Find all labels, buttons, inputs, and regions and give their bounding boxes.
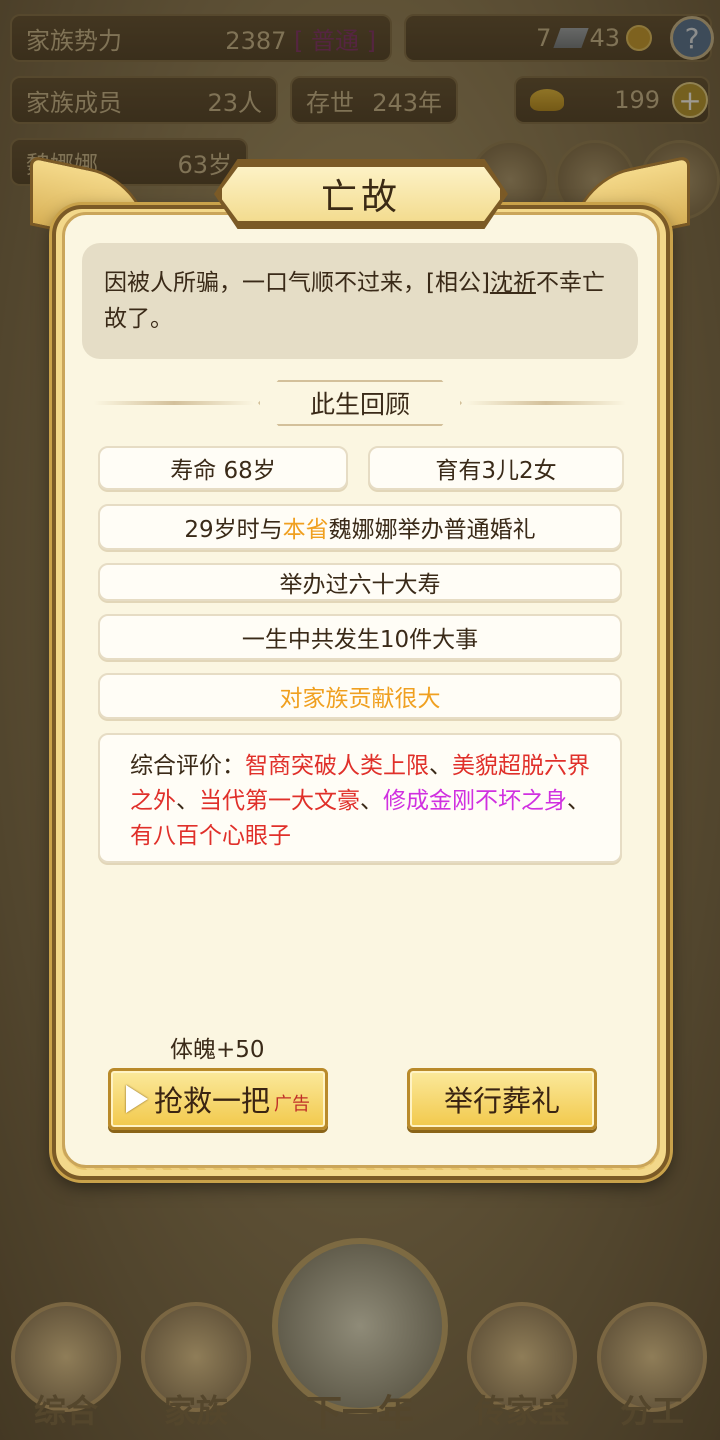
eval-trait-3: 当代第一大文豪 [199,788,360,814]
marriage-text-1: 29岁时与 [184,517,283,543]
life-review-header: 此生回顾 [94,380,626,426]
marriage-highlight: 本省 [282,517,329,543]
death-message: 因被人所骗，一口气顺不过来，[相公]沈祈不幸亡故了。 [82,243,638,359]
ad-tag: 广告 [274,1094,310,1115]
lifespan-card: 寿命 68岁 [98,446,348,490]
nav-family-label: 家族 [163,1392,228,1430]
nav-overview-label: 综合 [33,1392,98,1430]
eval-trait-5: 有八百个心眼子 [130,823,291,849]
eval-trait-1: 智商突破人类上限 [245,753,429,779]
nav-division[interactable]: 分工 [592,1302,712,1432]
marriage-card: 29岁时与 本省 魏娜娜举办普通婚礼 [98,504,622,550]
nav-heirloom[interactable]: 传家宝 [462,1302,582,1432]
rescue-label: 抢救一把 [153,1084,270,1118]
nav-next-year-label: 下一年 [305,1392,414,1434]
dialog-title-plate: 亡故 [218,163,504,225]
dialog-title: 亡故 [320,177,401,218]
eval-sep-3: 、 [360,788,383,814]
nav-heirloom-label: 传家宝 [473,1392,570,1430]
spouse-name-link[interactable]: 沈祈 [490,270,536,296]
funeral-button[interactable]: 举行葬礼 [407,1068,597,1130]
contribution-card: 对家族贡献很大 [98,673,622,719]
play-icon [125,1085,148,1113]
section-line-right [466,401,626,405]
marriage-text-2: 魏娜娜举办普通婚礼 [328,517,536,543]
rescue-ad-button[interactable]: 抢救一把 广告 [108,1068,328,1130]
funeral-label: 举行葬礼 [443,1084,560,1118]
life-review-title: 此生回顾 [258,380,462,426]
nav-division-label: 分工 [619,1392,684,1430]
eval-sep-1: 、 [429,753,452,779]
eval-sep-4: 、 [567,788,590,814]
evaluation-card: 综合评价：智商突破人类上限、美貌超脱六界之外、当代第一大文豪、修成金刚不坏之身、… [98,733,622,863]
birthday-card: 举办过六十大寿 [98,563,622,601]
children-card: 育有3儿2女 [368,446,624,490]
eval-trait-4: 修成金刚不坏之身 [383,788,567,814]
nav-family[interactable]: 家族 [136,1302,256,1432]
section-line-left [94,401,254,405]
eval-sep-2: 、 [176,788,199,814]
death-message-part1: 因被人所骗，一口气顺不过来，[相公] [104,270,490,296]
reward-text: 体魄+50 [170,1037,265,1063]
eval-label: 综合评价： [130,753,245,779]
events-card: 一生中共发生10件大事 [98,614,622,660]
nav-overview[interactable]: 综合 [6,1302,126,1432]
